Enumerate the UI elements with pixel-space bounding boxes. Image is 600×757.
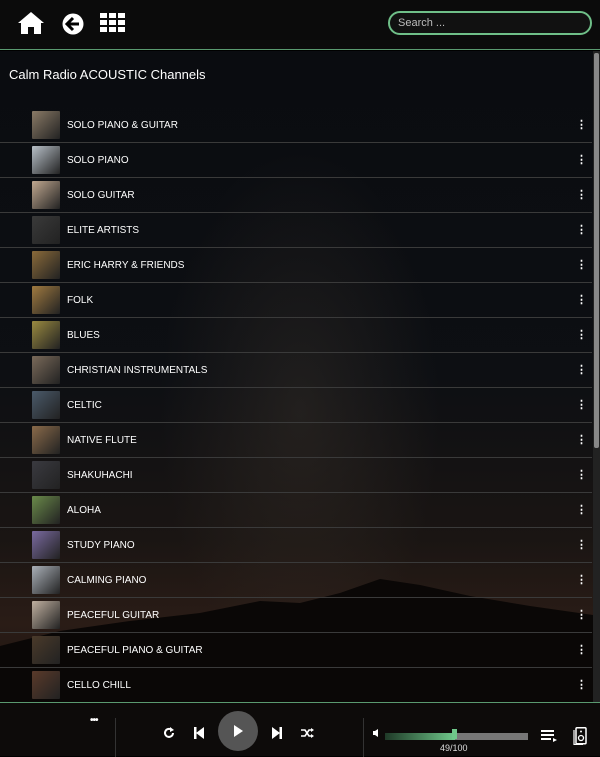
- volume-knob[interactable]: [452, 729, 458, 739]
- volume-readout: 49/100: [440, 743, 468, 753]
- channel-row[interactable]: ALOHA ⋮: [0, 493, 592, 528]
- more-vertical-icon[interactable]: ⋮: [576, 154, 587, 166]
- channel-row[interactable]: PEACEFUL PIANO & GUITAR ⋮: [0, 633, 592, 668]
- channel-thumbnail: [32, 601, 60, 629]
- grid-menu-icon[interactable]: [100, 13, 126, 33]
- channel-row[interactable]: ELITE ARTISTS ⋮: [0, 213, 592, 248]
- channel-label: ALOHA: [67, 504, 101, 516]
- channel-thumbnail: [32, 531, 60, 559]
- channel-row[interactable]: CELTIC ⋮: [0, 388, 592, 423]
- channel-label: SHAKUHACHI: [67, 469, 133, 481]
- scrollbar-thumb[interactable]: [594, 53, 599, 448]
- shuffle-icon[interactable]: [300, 726, 314, 740]
- channel-list-panel: Calm Radio ACOUSTIC Channels SOLO PIANO …: [0, 51, 600, 702]
- channel-thumbnail: [32, 426, 60, 454]
- channel-thumbnail: [32, 146, 60, 174]
- channel-label: NATIVE FLUTE: [67, 434, 137, 446]
- channel-label: CHRISTIAN INSTRUMENTALS: [67, 364, 208, 376]
- channel-row[interactable]: FOLK ⋮: [0, 283, 592, 318]
- more-vertical-icon[interactable]: ⋮: [576, 189, 587, 201]
- channel-row[interactable]: PEACEFUL GUITAR ⋮: [0, 598, 592, 633]
- channel-list: SOLO PIANO & GUITAR ⋮ SOLO PIANO ⋮ SOLO …: [0, 108, 592, 702]
- channel-thumbnail: [32, 671, 60, 699]
- channel-thumbnail: [32, 111, 60, 139]
- channel-thumbnail: [32, 286, 60, 314]
- channel-thumbnail: [32, 496, 60, 524]
- volume-slider[interactable]: [385, 729, 528, 740]
- speaker-device-icon[interactable]: [573, 727, 587, 745]
- channel-thumbnail: [32, 216, 60, 244]
- page-title: Calm Radio ACOUSTIC Channels: [9, 67, 206, 82]
- more-vertical-icon[interactable]: ⋮: [576, 399, 587, 411]
- channel-thumbnail: [32, 566, 60, 594]
- channel-row[interactable]: ERIC HARRY & FRIENDS ⋮: [0, 248, 592, 283]
- channel-thumbnail: [32, 181, 60, 209]
- more-vertical-icon[interactable]: ⋮: [576, 469, 587, 481]
- previous-icon[interactable]: [192, 726, 206, 740]
- channel-label: SOLO GUITAR: [67, 189, 135, 201]
- channel-thumbnail: [32, 321, 60, 349]
- channel-thumbnail: [32, 356, 60, 384]
- back-arrow-icon[interactable]: [62, 13, 84, 35]
- more-vertical-icon[interactable]: ⋮: [576, 259, 587, 271]
- channel-label: BLUES: [67, 329, 100, 341]
- repeat-icon[interactable]: [162, 726, 176, 740]
- volume-fill: [385, 733, 456, 740]
- channel-row[interactable]: NATIVE FLUTE ⋮: [0, 423, 592, 458]
- volume-icon[interactable]: [372, 729, 378, 737]
- next-icon[interactable]: [270, 726, 284, 740]
- channel-label: CELTIC: [67, 399, 102, 411]
- more-vertical-icon[interactable]: ⋮: [576, 434, 587, 446]
- home-icon[interactable]: [17, 11, 45, 35]
- channel-label: PEACEFUL GUITAR: [67, 609, 160, 621]
- queue-icon[interactable]: [541, 730, 557, 742]
- channel-row[interactable]: CELLO CHILL ⋮: [0, 668, 592, 702]
- more-vertical-icon[interactable]: ⋮: [576, 609, 587, 621]
- channel-label: ERIC HARRY & FRIENDS: [67, 259, 185, 271]
- play-button[interactable]: [218, 711, 258, 751]
- more-vertical-icon[interactable]: ⋮: [576, 329, 587, 341]
- top-bar: [0, 0, 600, 50]
- channel-label: PEACEFUL PIANO & GUITAR: [67, 644, 203, 656]
- more-vertical-icon[interactable]: ⋮: [576, 224, 587, 236]
- channel-label: ELITE ARTISTS: [67, 224, 140, 236]
- channel-label: FOLK: [67, 294, 94, 306]
- more-vertical-icon[interactable]: ⋮: [576, 504, 587, 516]
- channel-label: STUDY PIANO: [67, 539, 135, 551]
- more-vertical-icon[interactable]: ⋮: [576, 644, 587, 656]
- divider: [363, 718, 364, 757]
- channel-row[interactable]: SOLO PIANO & GUITAR ⋮: [0, 108, 592, 143]
- channel-thumbnail: [32, 636, 60, 664]
- player-bar: ••• 49/100: [0, 702, 600, 757]
- channel-row[interactable]: SOLO GUITAR ⋮: [0, 178, 592, 213]
- more-options-icon[interactable]: •••: [90, 715, 98, 726]
- play-icon: [234, 725, 243, 737]
- channel-label: SOLO PIANO & GUITAR: [67, 119, 178, 131]
- more-vertical-icon[interactable]: ⋮: [576, 119, 587, 131]
- channel-label: CALMING PIANO: [67, 574, 147, 586]
- more-vertical-icon[interactable]: ⋮: [576, 539, 587, 551]
- divider: [115, 718, 116, 757]
- scrollbar[interactable]: [593, 51, 600, 702]
- channel-row[interactable]: BLUES ⋮: [0, 318, 592, 353]
- channel-thumbnail: [32, 251, 60, 279]
- more-vertical-icon[interactable]: ⋮: [576, 294, 587, 306]
- channel-row[interactable]: CALMING PIANO ⋮: [0, 563, 592, 598]
- search-input[interactable]: [388, 11, 592, 35]
- channel-thumbnail: [32, 461, 60, 489]
- more-vertical-icon[interactable]: ⋮: [576, 574, 587, 586]
- channel-row[interactable]: CHRISTIAN INSTRUMENTALS ⋮: [0, 353, 592, 388]
- channel-row[interactable]: SHAKUHACHI ⋮: [0, 458, 592, 493]
- channel-label: CELLO CHILL: [67, 679, 131, 691]
- channel-row[interactable]: SOLO PIANO ⋮: [0, 143, 592, 178]
- more-vertical-icon[interactable]: ⋮: [576, 679, 587, 691]
- channel-row[interactable]: STUDY PIANO ⋮: [0, 528, 592, 563]
- more-vertical-icon[interactable]: ⋮: [576, 364, 587, 376]
- channel-thumbnail: [32, 391, 60, 419]
- channel-label: SOLO PIANO: [67, 154, 129, 166]
